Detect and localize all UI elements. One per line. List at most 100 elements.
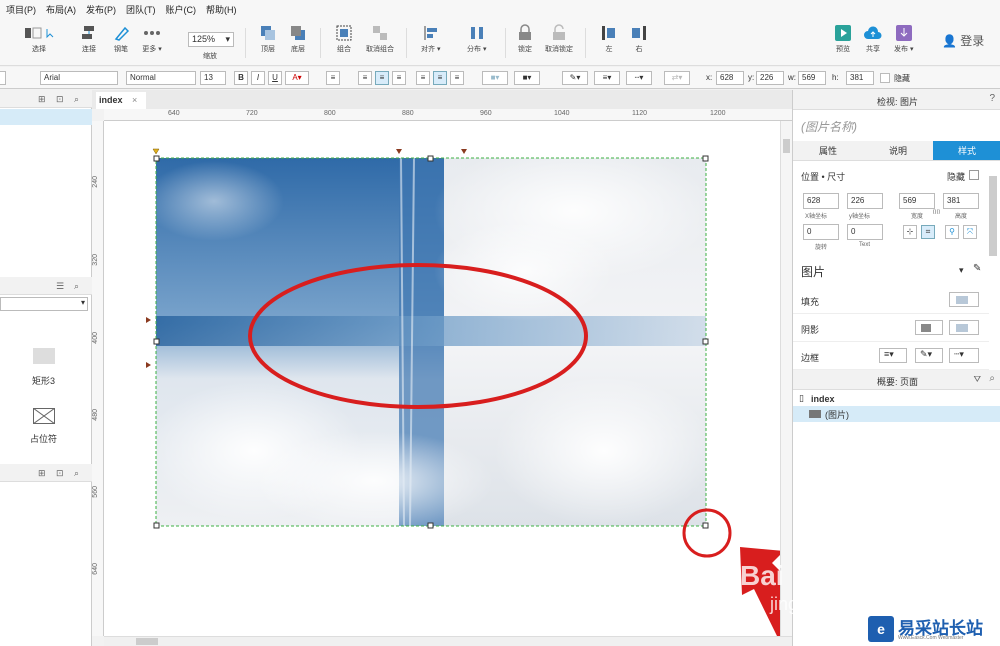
valign-top-button[interactable]: ≡ (416, 71, 430, 85)
style-edit-icon[interactable]: ✎ (973, 263, 981, 274)
font-size-select[interactable]: 13 (200, 71, 226, 85)
hidden-checkbox[interactable] (969, 170, 979, 180)
rotation-input[interactable]: 0 (803, 224, 839, 240)
pen-tool-button[interactable]: 钢笔 (112, 24, 130, 54)
align-right-button[interactable]: 右 (630, 24, 648, 54)
unlock-button[interactable]: 取消锁定 (545, 24, 573, 54)
outline-page[interactable]: index (811, 394, 835, 404)
width-input[interactable]: 569 (899, 193, 935, 209)
scroll-thumb[interactable] (783, 139, 790, 153)
select-tool-button[interactable]: 选择 (24, 24, 54, 54)
tab-style[interactable]: 样式 (933, 141, 1000, 161)
font-family-select[interactable]: Arial (40, 71, 118, 85)
search-icon[interactable]: ⌕ (74, 468, 79, 479)
widget-name-field[interactable]: (图片名称) (801, 118, 857, 135)
design-canvas[interactable] (104, 121, 802, 636)
chevron-down-icon[interactable]: ▾ (959, 265, 964, 276)
scroll-thumb[interactable] (136, 638, 158, 645)
placeholder-widget-icon[interactable] (33, 408, 55, 424)
crop-icon[interactable]: ⌗ (921, 225, 935, 239)
group-button[interactable]: 组合 (335, 24, 353, 54)
fill-color-select[interactable] (949, 292, 979, 307)
cloud-image[interactable] (144, 141, 714, 531)
border-width-select[interactable]: ≡▾ (879, 348, 907, 363)
align-left-button[interactable]: 左 (600, 24, 618, 54)
align-button[interactable]: 对齐 ▾ (421, 24, 440, 54)
preview-button[interactable]: 预览 (834, 24, 852, 54)
bold-button[interactable]: B (234, 71, 248, 85)
panel-scrollbar[interactable] (989, 176, 997, 256)
zoom-select[interactable]: 125% ▾ (188, 32, 234, 47)
widget-library-select[interactable]: ▾ (0, 297, 88, 311)
bring-to-top-button[interactable]: 顶层 (259, 24, 277, 54)
share-button[interactable]: 共享 (863, 24, 883, 54)
menu-icon[interactable]: ☰ (56, 281, 64, 292)
valign-bottom-button[interactable]: ≡ (450, 71, 464, 85)
menu-publish[interactable]: 发布(P) (86, 3, 116, 16)
border-color-select[interactable]: ✎▾ (915, 348, 943, 363)
add-folder-icon[interactable]: ⊡ (56, 94, 64, 105)
connect-tool-button[interactable]: 连接 (80, 24, 98, 54)
x-input[interactable]: 628 (716, 71, 744, 85)
close-icon[interactable]: × (132, 92, 137, 109)
search-icon[interactable]: ⌕ (989, 373, 995, 384)
height-input[interactable]: 381 (943, 193, 979, 209)
arrow-style-button[interactable]: ⇄▾ (664, 71, 690, 85)
align-right-text-button[interactable]: ≡ (392, 71, 406, 85)
align-left-text-button[interactable]: ≡ (358, 71, 372, 85)
vertical-scrollbar[interactable] (780, 121, 792, 636)
rectangle-widget-icon[interactable] (33, 348, 55, 364)
fill-color-button[interactable]: ■▾ (482, 71, 508, 85)
shadow-select[interactable] (915, 320, 943, 335)
distribute-button[interactable]: 分布 ▾ (467, 24, 486, 54)
tab-properties[interactable]: 属性 (793, 141, 863, 161)
tab-notes[interactable]: 说明 (863, 141, 933, 161)
transform-icon[interactable]: ⤧ (963, 225, 977, 239)
italic-button[interactable]: I (251, 71, 265, 85)
shadow-color-select[interactable] (949, 320, 979, 335)
ungroup-button[interactable]: 取消组合 (366, 24, 394, 54)
menu-help[interactable]: 帮助(H) (206, 3, 237, 16)
search-icon[interactable]: ⌕ (74, 281, 79, 292)
font-color-button[interactable]: A▾ (285, 71, 309, 85)
w-input[interactable]: 569 (798, 71, 826, 85)
lock-button[interactable]: 锁定 (516, 24, 534, 54)
hidden-checkbox[interactable] (880, 73, 890, 83)
shadow-button[interactable]: ■▾ (514, 71, 540, 85)
menu-team[interactable]: 团队(T) (126, 3, 156, 16)
line-width-button[interactable]: ≡▾ (594, 71, 620, 85)
filter-icon[interactable]: ⛛ (973, 374, 981, 385)
menu-project[interactable]: 项目(P) (6, 3, 36, 16)
valign-middle-button[interactable]: ≡ (433, 71, 447, 85)
x-input[interactable]: 628 (803, 193, 839, 209)
style-select-stub[interactable] (0, 71, 6, 85)
add-folder-icon[interactable]: ⊡ (56, 468, 64, 479)
bullet-list-button[interactable]: ≡ (326, 71, 340, 85)
login-button[interactable]: 👤 登录 (942, 32, 984, 49)
tab-index[interactable]: index × (96, 92, 146, 109)
add-page-icon[interactable]: ⊞ (38, 94, 46, 105)
add-master-icon[interactable]: ⊞ (38, 468, 46, 479)
h-input[interactable]: 381 (846, 71, 874, 85)
font-style-select[interactable]: Normal (126, 71, 196, 85)
text-rotation-input[interactable]: 0 (847, 224, 883, 240)
outline-item-selected[interactable]: (图片) (793, 406, 1000, 422)
menu-account[interactable]: 账户(C) (166, 3, 197, 16)
underline-button[interactable]: U (268, 71, 282, 85)
send-to-bottom-button[interactable]: 底层 (289, 24, 307, 54)
y-input[interactable]: 226 (847, 193, 883, 209)
pin-icon[interactable]: ⚲ (945, 225, 959, 239)
fit-icon[interactable]: ⊹ (903, 225, 917, 239)
help-icon[interactable]: ? (989, 93, 995, 104)
line-style-button[interactable]: ┄▾ (626, 71, 652, 85)
page-item-selected[interactable] (0, 109, 92, 125)
align-center-text-button[interactable]: ≡ (375, 71, 389, 85)
border-style-select[interactable]: ┄▾ (949, 348, 979, 363)
line-color-button[interactable]: ✎▾ (562, 71, 588, 85)
more-tools-button[interactable]: 更多 ▾ (142, 24, 162, 54)
menu-layout[interactable]: 布局(A) (46, 3, 76, 16)
y-input[interactable]: 226 (756, 71, 784, 85)
publish-button[interactable]: 发布 ▾ (894, 24, 913, 54)
lock-ratio-icon[interactable]: ⌷⌷ (933, 210, 940, 217)
search-icon[interactable]: ⌕ (74, 94, 79, 105)
